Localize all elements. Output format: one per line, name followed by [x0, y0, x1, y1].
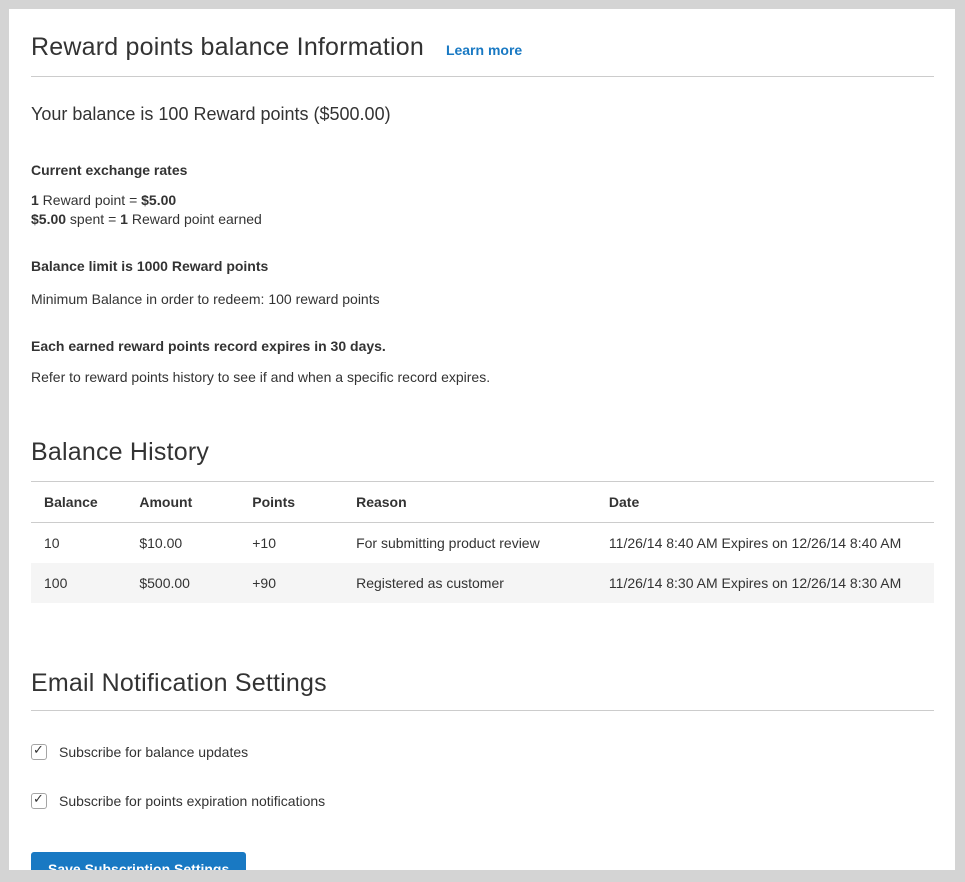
column-header-amount: Amount	[139, 482, 252, 523]
cell-amount: $10.00	[139, 523, 252, 564]
balance-updates-checkbox[interactable]	[31, 744, 47, 760]
page-header: Reward points balance Information Learn …	[31, 33, 934, 77]
column-header-points: Points	[252, 482, 356, 523]
column-header-balance: Balance	[31, 482, 139, 523]
table-row: 10 $10.00 +10 For submitting product rev…	[31, 523, 934, 564]
cell-date: 11/26/14 8:30 AM Expires on 12/26/14 8:3…	[609, 563, 934, 603]
rate2-suffix: Reward point earned	[128, 211, 262, 227]
expiration-notifications-label[interactable]: Subscribe for points expiration notifica…	[59, 793, 325, 809]
rate1-amount: $5.00	[141, 192, 176, 208]
table-row: 100 $500.00 +90 Registered as customer 1…	[31, 563, 934, 603]
email-settings-heading: Email Notification Settings	[31, 669, 934, 711]
balance-updates-label[interactable]: Subscribe for balance updates	[59, 744, 248, 760]
cell-reason: Registered as customer	[356, 563, 609, 603]
exchange-rates-heading: Current exchange rates	[31, 162, 934, 178]
cell-points: +10	[252, 523, 356, 564]
expiration-rule-text: Each earned reward points record expires…	[31, 338, 934, 354]
balance-history-table: Balance Amount Points Reason Date 10 $10…	[31, 481, 934, 603]
rate2-points: 1	[120, 211, 128, 227]
page-background: Reward points balance Information Learn …	[0, 0, 965, 882]
content-card: Reward points balance Information Learn …	[9, 9, 955, 870]
cell-reason: For submitting product review	[356, 523, 609, 564]
cell-points: +90	[252, 563, 356, 603]
rate1-points: 1	[31, 192, 39, 208]
column-header-date: Date	[609, 482, 934, 523]
cell-date: 11/26/14 8:40 AM Expires on 12/26/14 8:4…	[609, 523, 934, 564]
learn-more-link[interactable]: Learn more	[446, 42, 522, 58]
rate-line-2: $5.00 spent = 1 Reward point earned	[31, 210, 934, 229]
cell-balance: 100	[31, 563, 139, 603]
table-header-row: Balance Amount Points Reason Date	[31, 482, 934, 523]
rate2-amount: $5.00	[31, 211, 66, 227]
balance-history-heading: Balance History	[31, 438, 934, 467]
exchange-rate-lines: 1 Reward point = $5.00 $5.00 spent = 1 R…	[31, 191, 934, 229]
actions-row: Save Subscription Settings	[31, 852, 934, 870]
rate2-text: spent =	[66, 211, 120, 227]
balance-limit-text: Balance limit is 1000 Reward points	[31, 258, 934, 274]
expiration-notifications-checkbox[interactable]	[31, 793, 47, 809]
cell-balance: 10	[31, 523, 139, 564]
column-header-reason: Reason	[356, 482, 609, 523]
balance-summary: Your balance is 100 Reward points ($500.…	[31, 104, 934, 125]
page-title: Reward points balance Information	[31, 33, 424, 62]
rate-line-1: 1 Reward point = $5.00	[31, 191, 934, 210]
cell-amount: $500.00	[139, 563, 252, 603]
expiration-note-text: Refer to reward points history to see if…	[31, 369, 934, 385]
expiration-notifications-row: Subscribe for points expiration notifica…	[31, 793, 934, 809]
rate1-text: Reward point =	[39, 192, 141, 208]
balance-updates-row: Subscribe for balance updates	[31, 744, 934, 760]
minimum-balance-text: Minimum Balance in order to redeem: 100 …	[31, 291, 934, 307]
save-subscription-settings-button[interactable]: Save Subscription Settings	[31, 852, 246, 870]
